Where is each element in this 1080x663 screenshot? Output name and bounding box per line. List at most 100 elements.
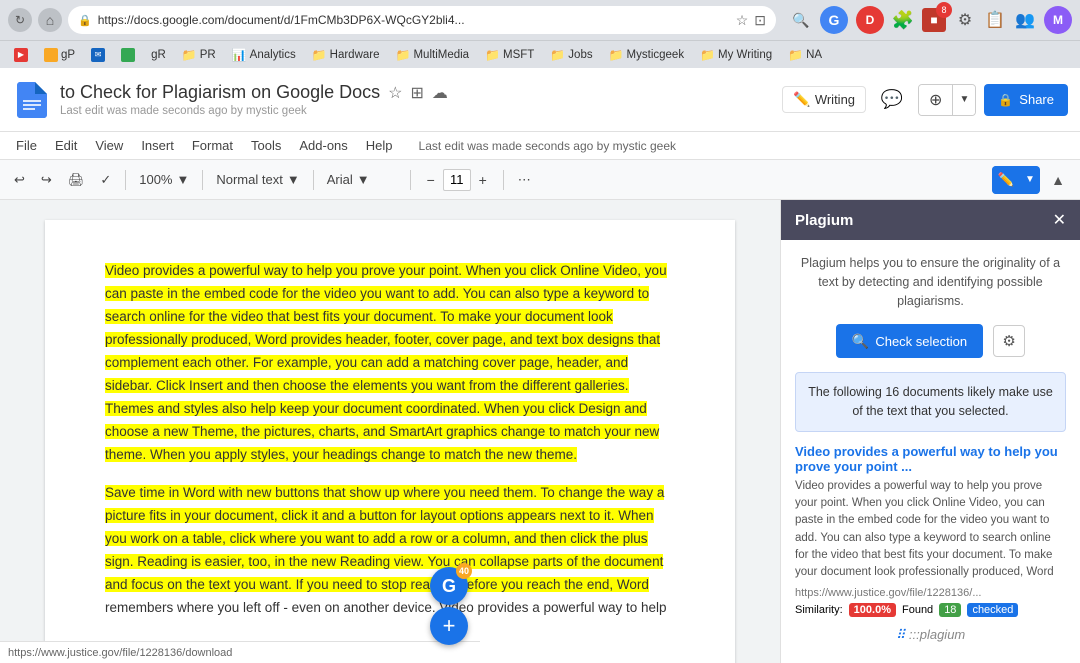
hardware-folder-icon: 📁	[312, 48, 327, 62]
sidebar-close-button[interactable]: ✕	[1053, 210, 1066, 230]
chat-float-btn[interactable]: G 40	[430, 567, 468, 605]
font-size-input[interactable]	[443, 169, 471, 191]
edit-mode-btn[interactable]: ✏️ ▼	[992, 166, 1040, 194]
document-area[interactable]: Video provides a powerful way to help yo…	[0, 200, 780, 663]
menu-view[interactable]: View	[87, 135, 131, 156]
font-size-decrease-btn[interactable]: −	[419, 168, 443, 192]
check-selection-button[interactable]: 🔍 Check selection	[836, 324, 983, 358]
search-icon[interactable]: 🔍	[790, 9, 812, 31]
bookmark-pr[interactable]: 📁 PR	[176, 46, 222, 64]
result-url: https://www.justice.gov/file/1228136/...	[795, 587, 1066, 599]
comments-button[interactable]: 💬	[874, 82, 910, 118]
star-icon[interactable]: ☆	[736, 12, 749, 29]
pencil-dropdown-btn[interactable]: ▼	[1020, 166, 1040, 194]
toolbar: ↩ ↪ 🖨 ✓ 100% ▼ Normal text ▼ Arial ▼ − +…	[0, 160, 1080, 200]
cursor-text: remembers where you left off - even on a…	[105, 600, 667, 615]
menu-help[interactable]: Help	[358, 135, 401, 156]
extension-icon-3[interactable]: 📋	[984, 9, 1006, 31]
bookmarks-bar: ▶ gP ✉ gR 📁 PR 📊 Analytics 📁 Hardware 📁 …	[0, 40, 1080, 68]
plagium-logo-text: :::plagium	[909, 627, 965, 642]
star-doc-icon[interactable]: ☆	[388, 83, 402, 103]
font-arrow-icon: ▼	[357, 172, 370, 187]
bookmark-gr[interactable]: gR	[145, 47, 172, 63]
chat-float-wrapper: G 40	[430, 567, 468, 605]
bookmark-analytics[interactable]: 📊 Analytics	[226, 46, 302, 64]
toolbar-divider-3	[313, 170, 314, 190]
main-area: Video provides a powerful way to help yo…	[0, 200, 1080, 663]
extension-icon-2[interactable]: ⚙	[954, 9, 976, 31]
menu-format[interactable]: Format	[184, 135, 241, 156]
share-button[interactable]: 🔒 Share	[984, 84, 1068, 116]
lock-icon: 🔒	[78, 14, 92, 27]
style-dropdown[interactable]: Normal text ▼	[211, 166, 304, 194]
bookmark-hardware[interactable]: 📁 Hardware	[306, 46, 386, 64]
doc-title-area: to Check for Plagiarism on Google Docs ☆…	[60, 82, 774, 117]
google-account-icon[interactable]: G	[820, 6, 848, 34]
youtube-icon: ▶	[14, 48, 28, 62]
check-btn-label: Check selection	[875, 334, 967, 349]
expand-arrow-btn[interactable]: ▼	[952, 85, 975, 115]
share-lock-icon: 🔒	[998, 93, 1013, 107]
result-count-text: The following 16 documents likely make u…	[808, 385, 1053, 418]
cast-icon[interactable]: ⊡	[754, 12, 766, 29]
menu-tools[interactable]: Tools	[243, 135, 289, 156]
toolbar-redo-btn[interactable]: ↪	[35, 166, 58, 194]
menu-addons[interactable]: Add-ons	[291, 135, 355, 156]
doc-title[interactable]: to Check for Plagiarism on Google Docs	[60, 82, 380, 103]
bookmark-gp[interactable]: gP	[38, 46, 81, 64]
bookmark-youtube[interactable]: ▶	[8, 46, 34, 64]
toolbar-undo-btn[interactable]: ↩	[8, 166, 31, 194]
toolbar-spellcheck-btn[interactable]: ✓	[94, 166, 117, 194]
bookmark-msft[interactable]: 📁 MSFT	[479, 46, 540, 64]
extension-icon-1[interactable]: 🧩	[892, 9, 914, 31]
check-btn-row: 🔍 Check selection ⚙	[795, 324, 1066, 358]
similarity-label: Similarity:	[795, 604, 843, 616]
extension-icon-4[interactable]: 👥	[1014, 9, 1036, 31]
mail-icon: ✉	[91, 48, 105, 62]
toolbar-print-btn[interactable]: 🖨	[62, 166, 91, 194]
writing-button[interactable]: ✏️ Writing	[782, 86, 866, 113]
bookmark-g2[interactable]	[115, 46, 141, 64]
menu-insert[interactable]: Insert	[133, 135, 182, 156]
font-dropdown[interactable]: Arial ▼	[322, 166, 402, 194]
add-icon: +	[430, 607, 468, 645]
profile-avatar[interactable]: M	[1044, 6, 1072, 34]
collapse-toolbar-btn[interactable]: ▲	[1044, 166, 1072, 194]
result-banner: The following 16 documents likely make u…	[795, 372, 1066, 432]
zoom-arrow-icon: ▼	[176, 172, 189, 187]
result-link[interactable]: Video provides a powerful way to help yo…	[795, 444, 1066, 474]
extension-badge[interactable]: ■ 8	[922, 8, 946, 32]
expand-button[interactable]: ⊕ ▼	[918, 84, 976, 116]
docs-logo[interactable]	[12, 80, 52, 120]
bookmark-mysticgeek[interactable]: 📁 Mysticgeek	[603, 46, 690, 64]
address-bar[interactable]: 🔒 https://docs.google.com/document/d/1Fm…	[68, 6, 776, 34]
cloud-icon[interactable]: ☁	[432, 83, 448, 103]
font-size-increase-btn[interactable]: +	[471, 168, 495, 192]
expand-main-btn[interactable]: ⊕	[919, 85, 952, 115]
bookmark-mywriting[interactable]: 📁 My Writing	[694, 46, 778, 64]
bookmark-na[interactable]: 📁 NA	[782, 46, 828, 64]
menu-file[interactable]: File	[8, 135, 45, 156]
plagium-dots-icon: ⠿	[896, 627, 906, 642]
bookmark-multimedia[interactable]: 📁 MultiMedia	[390, 46, 476, 64]
menu-edit[interactable]: Edit	[47, 135, 85, 156]
move-icon[interactable]: ⊞	[411, 83, 424, 103]
d-extension-icon[interactable]: D	[856, 6, 884, 34]
bookmark-mail[interactable]: ✉	[85, 46, 111, 64]
toolbar-divider-4	[410, 170, 411, 190]
found-count-badge: 18	[939, 603, 961, 617]
home-button[interactable]: ⌂	[38, 8, 62, 32]
add-float-btn[interactable]: +	[430, 607, 468, 645]
zoom-dropdown[interactable]: 100% ▼	[134, 166, 194, 194]
back-button[interactable]: ↻	[8, 8, 32, 32]
analytics-icon: 📊	[232, 48, 247, 62]
bookmark-jobs[interactable]: 📁 Jobs	[544, 46, 598, 64]
doc-page: Video provides a powerful way to help yo…	[45, 220, 735, 663]
browser-toolbar-icons: 🔍 G D 🧩 ■ 8 ⚙ 📋 👥 M	[790, 6, 1072, 34]
sidebar-body[interactable]: Plagium helps you to ensure the original…	[781, 240, 1080, 663]
zoom-value: 100%	[139, 172, 172, 187]
more-options-btn[interactable]: ⋯	[512, 166, 537, 194]
pencil-btn[interactable]: ✏️	[992, 166, 1020, 194]
sidebar-header: Plagium ✕	[781, 200, 1080, 240]
settings-button[interactable]: ⚙	[993, 325, 1025, 357]
